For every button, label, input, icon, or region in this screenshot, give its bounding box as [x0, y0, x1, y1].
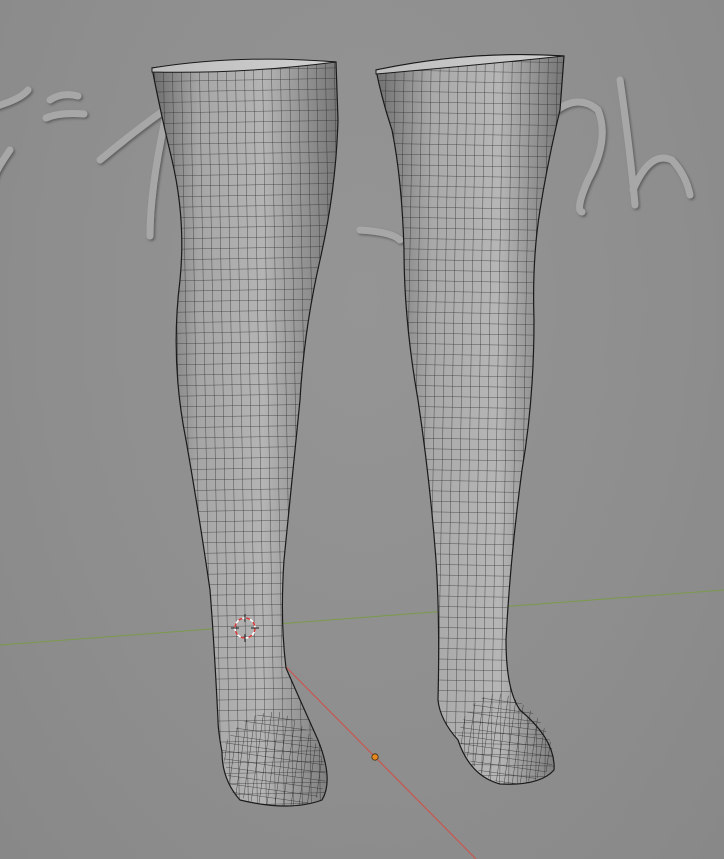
object-origin-dot[interactable] [371, 753, 379, 761]
y-axis-line [0, 589, 724, 646]
left-thigh-high-stocking[interactable] [151, 58, 339, 807]
3d-viewport[interactable] [0, 0, 724, 859]
viewport-scene[interactable] [0, 0, 724, 859]
background-3d-script-text [0, 76, 694, 244]
right-thigh-high-stocking[interactable] [375, 54, 565, 785]
